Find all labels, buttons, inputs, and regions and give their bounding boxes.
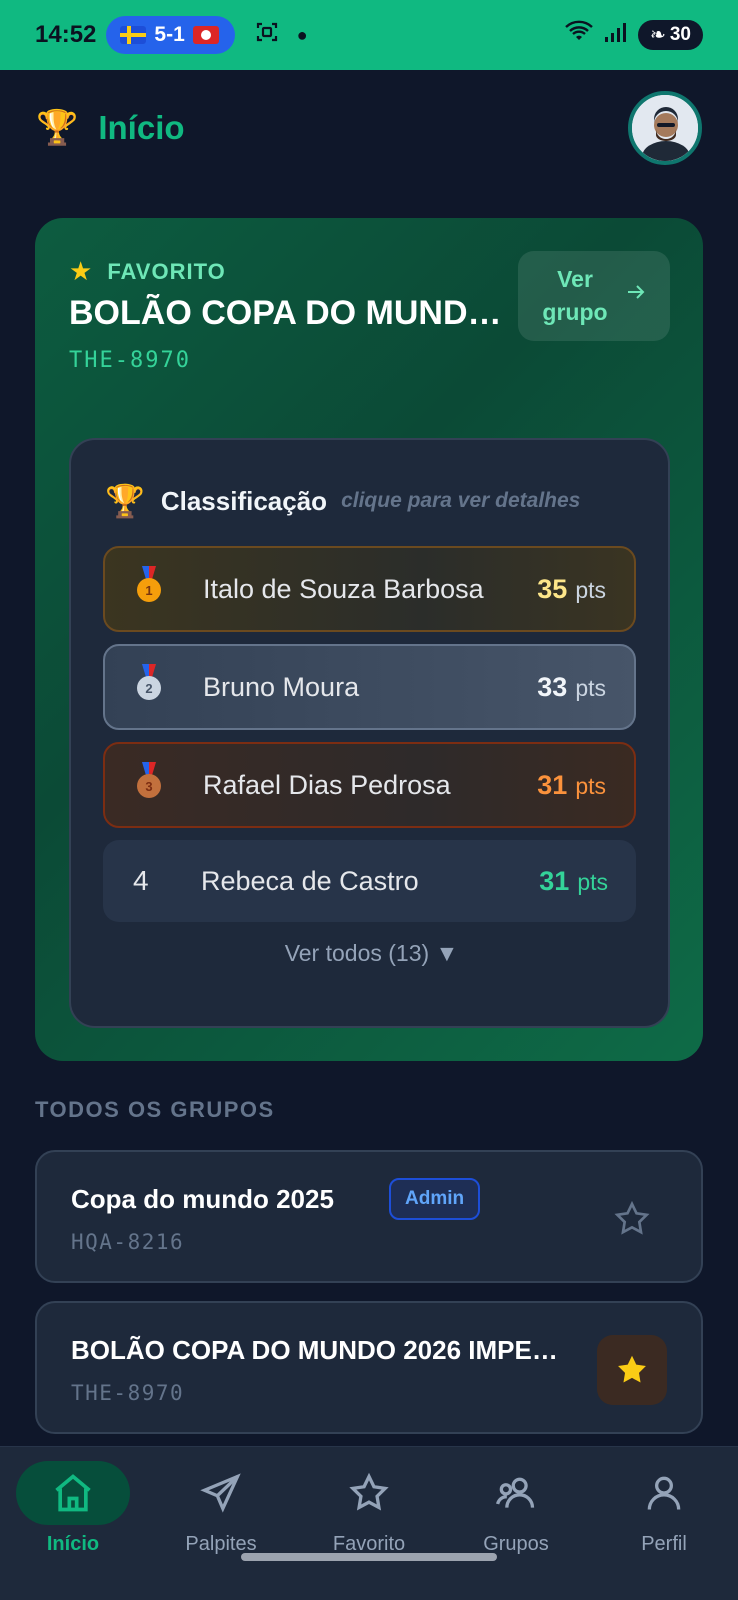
favorite-tag-label: FAVORITO: [107, 258, 226, 284]
group-card[interactable]: Copa do mundo 2025 Admin HQA-8216: [35, 1150, 703, 1283]
bottom-navigation: Início Palpites Favorito Grupos Perfil: [0, 1446, 738, 1600]
star-filled-icon: [618, 1355, 646, 1383]
nav-item-inicio[interactable]: Início: [13, 1461, 133, 1556]
star-icon: [309, 1461, 429, 1525]
app-header: 🏆 Início: [0, 70, 738, 185]
favorite-group-card[interactable]: ★ FAVORITO BOLÃO COPA DO MUNDO 2026 IMPE…: [35, 218, 703, 1061]
classification-card[interactable]: 🏆 Classificação clique para ver detalhes…: [69, 438, 670, 1028]
status-time: 14:52: [35, 21, 97, 48]
home-icon: [16, 1461, 130, 1525]
page-title: Início: [98, 108, 185, 146]
star-icon: ★: [69, 256, 94, 286]
avatar[interactable]: [628, 90, 702, 165]
gold-medal-icon: 1: [135, 566, 203, 612]
user-icon: [604, 1461, 724, 1525]
player-points: 33 pts: [537, 671, 606, 702]
battery-indicator: ❧ 30: [637, 20, 703, 50]
player-points: 31 pts: [537, 769, 606, 800]
favorite-group-name: BOLÃO COPA DO MUNDO 2026 IMPERIAL: [69, 294, 509, 332]
favorite-toggle-button[interactable]: [597, 1184, 667, 1254]
status-bar: 14:52 5-1 ● ❧ 30: [0, 0, 738, 70]
ver-grupo-button[interactable]: Ver grupo: [518, 251, 670, 341]
wifi-icon: [564, 20, 594, 51]
trophy-icon: 🏆: [105, 483, 145, 519]
group-code: THE-8970: [71, 1381, 185, 1405]
group-name: Copa do mundo 2025: [71, 1184, 334, 1214]
favorite-tag: ★ FAVORITO: [69, 256, 226, 287]
ranking-row[interactable]: 1 Italo de Souza Barbosa 35 pts: [103, 546, 636, 632]
battery-level: 30: [669, 24, 691, 45]
player-position: 4: [133, 865, 149, 896]
signal-icon: [604, 21, 628, 50]
ver-grupo-label: Ver grupo: [542, 266, 608, 325]
sweden-flag-icon: [120, 26, 147, 44]
silver-medal-icon: 2: [135, 664, 203, 710]
live-score: 5-1: [154, 23, 185, 46]
player-name: Rebeca de Castro: [201, 865, 419, 896]
nav-label: Início: [46, 1533, 100, 1555]
player-name: Rafael Dias Pedrosa: [203, 769, 451, 800]
home-indicator[interactable]: [241, 1553, 497, 1561]
nav-item-perfil[interactable]: Perfil: [604, 1461, 724, 1556]
classification-title: Classificação: [160, 485, 328, 516]
notification-dot-icon: ●: [296, 24, 308, 45]
ranking-row[interactable]: 4 Rebeca de Castro 31 pts: [103, 840, 636, 922]
nav-item-palpites[interactable]: Palpites: [161, 1461, 281, 1556]
users-icon: [456, 1461, 576, 1525]
nav-item-grupos[interactable]: Grupos: [456, 1461, 576, 1556]
profile-photo-icon: [632, 94, 698, 161]
player-points: 35 pts: [537, 573, 606, 604]
screenshot-icon: [255, 20, 279, 50]
tunisia-flag-icon: [192, 26, 219, 44]
nav-item-favorito[interactable]: Favorito: [309, 1461, 429, 1556]
admin-badge: Admin: [389, 1178, 481, 1220]
player-name: Bruno Moura: [203, 671, 360, 702]
bronze-medal-icon: 3: [135, 762, 203, 808]
player-name: Italo de Souza Barbosa: [203, 573, 484, 604]
arrow-right-icon: [624, 280, 648, 313]
send-icon: [161, 1461, 281, 1525]
group-code: HQA-8216: [71, 1230, 185, 1254]
classification-header: 🏆 Classificação clique para ver detalhes: [105, 482, 580, 520]
nav-label: Perfil: [641, 1533, 687, 1555]
section-title: TODOS OS GRUPOS: [35, 1097, 275, 1122]
ranking-row[interactable]: 2 Bruno Moura 33 pts: [103, 644, 636, 730]
battery-saver-icon: ❧: [649, 24, 666, 46]
group-name: BOLÃO COPA DO MUNDO 2026 IMPERIAL: [71, 1335, 571, 1365]
live-score-pill[interactable]: 5-1: [106, 16, 235, 54]
ver-todos-button[interactable]: Ver todos (13) ▼: [71, 940, 672, 967]
player-points: 31 pts: [539, 865, 608, 896]
trophy-icon: 🏆: [36, 108, 79, 147]
ranking-row[interactable]: 3 Rafael Dias Pedrosa 31 pts: [103, 742, 636, 828]
star-outline-icon: [614, 1200, 650, 1235]
favorite-toggle-button[interactable]: [597, 1335, 667, 1405]
classification-hint: clique para ver detalhes: [341, 489, 581, 512]
favorite-group-code: THE-8970: [69, 348, 191, 373]
group-card[interactable]: BOLÃO COPA DO MUNDO 2026 IMPERIAL THE-89…: [35, 1301, 703, 1434]
